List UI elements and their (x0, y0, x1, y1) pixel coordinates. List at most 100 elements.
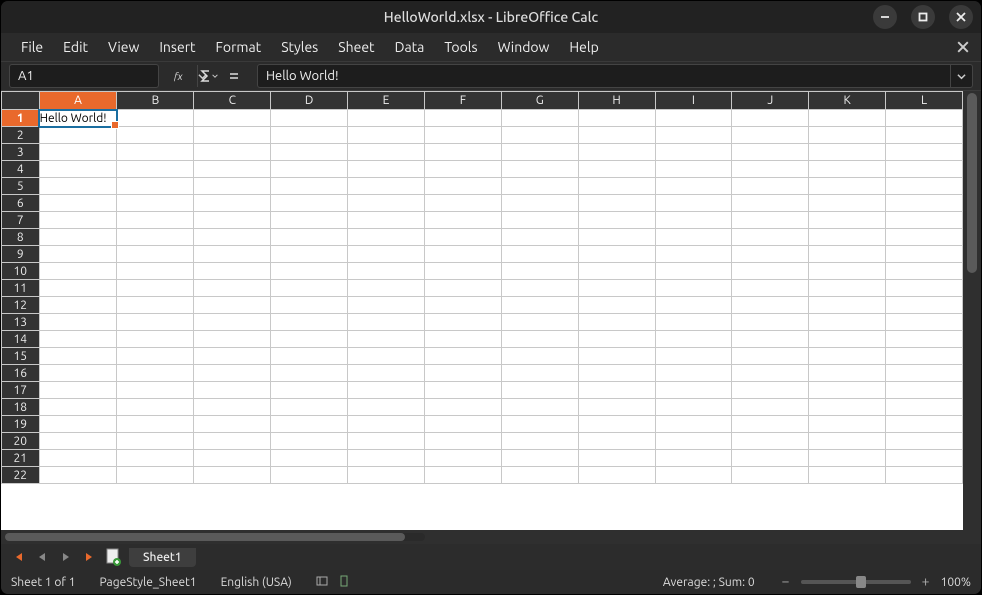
cell-C22[interactable] (194, 467, 271, 484)
cell-J3[interactable] (732, 144, 809, 161)
cell-A8[interactable] (39, 229, 117, 246)
cell-L13[interactable] (886, 314, 963, 331)
cell-E7[interactable] (348, 212, 425, 229)
cell-H6[interactable] (578, 195, 655, 212)
row-header-12[interactable]: 12 (2, 297, 40, 314)
cell-K19[interactable] (809, 416, 886, 433)
cell-K1[interactable] (809, 110, 886, 127)
cell-D13[interactable] (271, 314, 348, 331)
cell-E2[interactable] (348, 127, 425, 144)
cell-K14[interactable] (809, 331, 886, 348)
menu-styles[interactable]: Styles (271, 35, 328, 59)
cell-I10[interactable] (655, 263, 732, 280)
cell-F17[interactable] (424, 382, 501, 399)
cell-J13[interactable] (732, 314, 809, 331)
cell-K6[interactable] (809, 195, 886, 212)
cell-A2[interactable] (39, 127, 117, 144)
cell-H18[interactable] (578, 399, 655, 416)
cell-D16[interactable] (271, 365, 348, 382)
cell-F20[interactable] (424, 433, 501, 450)
cell-D8[interactable] (271, 229, 348, 246)
vertical-scrollbar[interactable] (963, 91, 981, 530)
cell-E14[interactable] (348, 331, 425, 348)
row-header-4[interactable]: 4 (2, 161, 40, 178)
cell-E20[interactable] (348, 433, 425, 450)
cell-E13[interactable] (348, 314, 425, 331)
row-header-8[interactable]: 8 (2, 229, 40, 246)
cell-J14[interactable] (732, 331, 809, 348)
cell-I13[interactable] (655, 314, 732, 331)
cell-G10[interactable] (501, 263, 578, 280)
cell-D5[interactable] (271, 178, 348, 195)
cell-E16[interactable] (348, 365, 425, 382)
cell-F11[interactable] (424, 280, 501, 297)
cell-A11[interactable] (39, 280, 117, 297)
cell-I6[interactable] (655, 195, 732, 212)
cell-C14[interactable] (194, 331, 271, 348)
cell-G18[interactable] (501, 399, 578, 416)
cell-C16[interactable] (194, 365, 271, 382)
cell-I12[interactable] (655, 297, 732, 314)
menu-help[interactable]: Help (559, 35, 608, 59)
cell-D6[interactable] (271, 195, 348, 212)
zoom-level[interactable]: 100% (941, 576, 971, 589)
cell-I2[interactable] (655, 127, 732, 144)
cell-J21[interactable] (732, 450, 809, 467)
cell-L12[interactable] (886, 297, 963, 314)
cell-I11[interactable] (655, 280, 732, 297)
cell-K11[interactable] (809, 280, 886, 297)
cell-E5[interactable] (348, 178, 425, 195)
cell-C3[interactable] (194, 144, 271, 161)
cell-D4[interactable] (271, 161, 348, 178)
cell-G2[interactable] (501, 127, 578, 144)
column-header-A[interactable]: A (39, 92, 117, 110)
menu-format[interactable]: Format (206, 35, 272, 59)
zoom-slider[interactable] (801, 580, 911, 584)
cell-F1[interactable] (424, 110, 501, 127)
cell-I17[interactable] (655, 382, 732, 399)
column-header-I[interactable]: I (655, 92, 732, 110)
cell-L11[interactable] (886, 280, 963, 297)
cell-G5[interactable] (501, 178, 578, 195)
cell-H9[interactable] (578, 246, 655, 263)
column-header-G[interactable]: G (501, 92, 578, 110)
cell-B19[interactable] (117, 416, 194, 433)
cell-G15[interactable] (501, 348, 578, 365)
cell-J9[interactable] (732, 246, 809, 263)
cell-K9[interactable] (809, 246, 886, 263)
cell-G13[interactable] (501, 314, 578, 331)
row-header-7[interactable]: 7 (2, 212, 40, 229)
status-summary[interactable]: Average: ; Sum: 0 (663, 576, 755, 589)
cell-C4[interactable] (194, 161, 271, 178)
cell-E8[interactable] (348, 229, 425, 246)
cell-L16[interactable] (886, 365, 963, 382)
cell-B3[interactable] (117, 144, 194, 161)
cell-C7[interactable] (194, 212, 271, 229)
cell-E22[interactable] (348, 467, 425, 484)
menu-sheet[interactable]: Sheet (328, 35, 384, 59)
cell-F14[interactable] (424, 331, 501, 348)
cell-H17[interactable] (578, 382, 655, 399)
cell-G8[interactable] (501, 229, 578, 246)
cell-B10[interactable] (117, 263, 194, 280)
cell-E21[interactable] (348, 450, 425, 467)
row-header-19[interactable]: 19 (2, 416, 40, 433)
cell-D1[interactable] (271, 110, 348, 127)
cell-L9[interactable] (886, 246, 963, 263)
cell-C8[interactable] (194, 229, 271, 246)
cell-J20[interactable] (732, 433, 809, 450)
cell-F15[interactable] (424, 348, 501, 365)
cell-E10[interactable] (348, 263, 425, 280)
cell-J11[interactable] (732, 280, 809, 297)
cell-B21[interactable] (117, 450, 194, 467)
cell-G1[interactable] (501, 110, 578, 127)
cell-J19[interactable] (732, 416, 809, 433)
tab-first-button[interactable] (9, 548, 27, 566)
cell-F22[interactable] (424, 467, 501, 484)
cell-C6[interactable] (194, 195, 271, 212)
maximize-button[interactable] (911, 5, 935, 29)
row-header-16[interactable]: 16 (2, 365, 40, 382)
cell-E1[interactable] (348, 110, 425, 127)
cell-L4[interactable] (886, 161, 963, 178)
cell-K5[interactable] (809, 178, 886, 195)
